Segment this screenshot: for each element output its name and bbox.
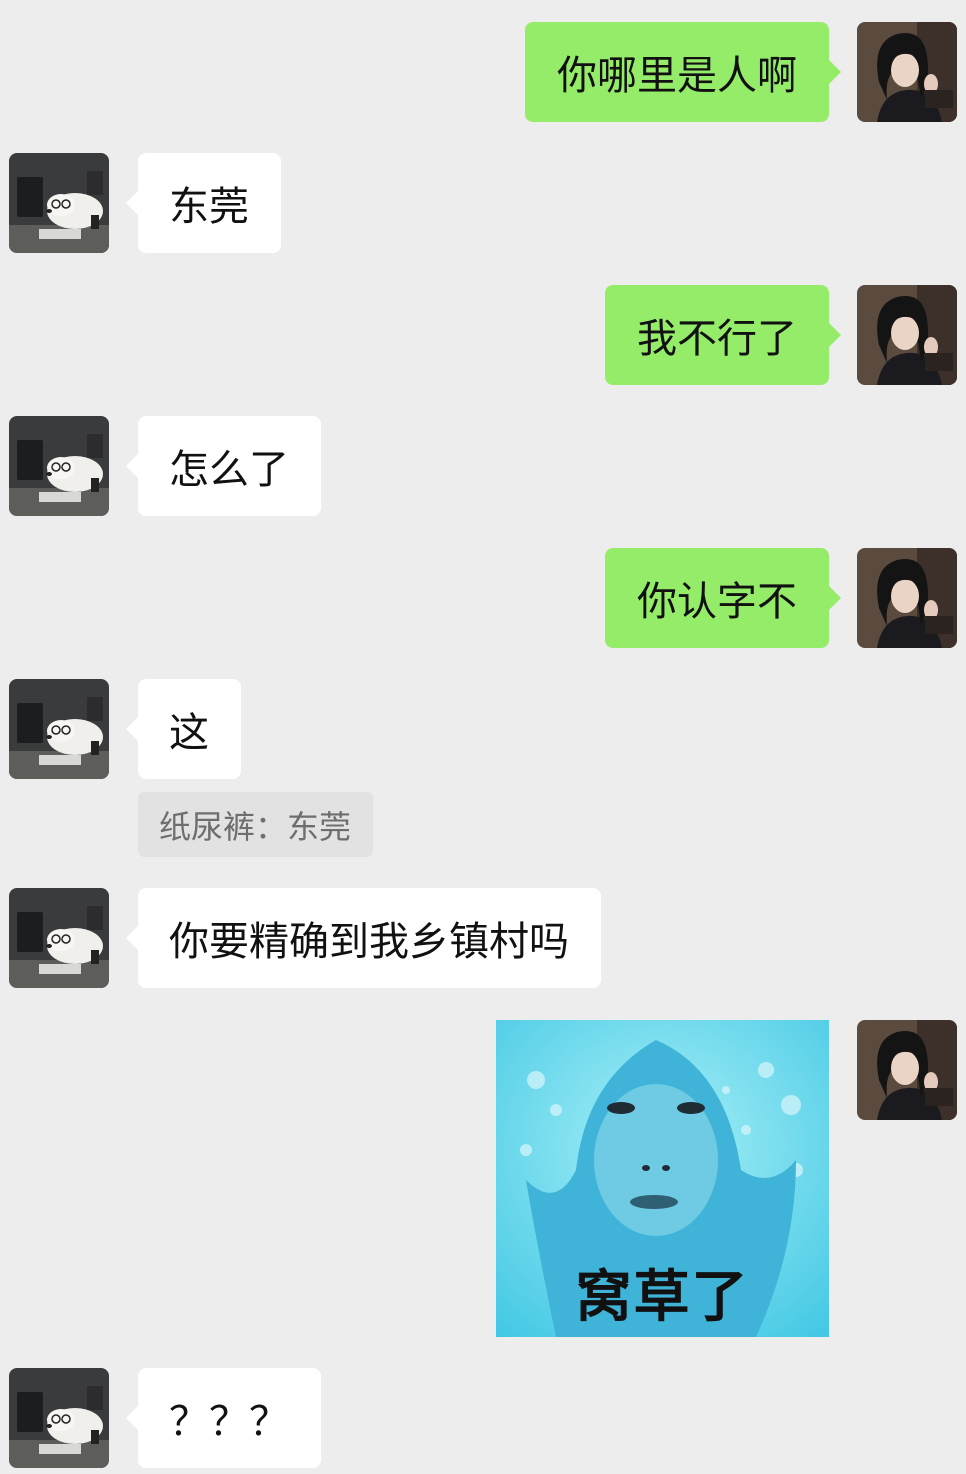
message-bubble-received[interactable]: 怎么了 xyxy=(126,416,321,516)
message-bubble-received[interactable]: 你要精确到我乡镇村吗 xyxy=(126,888,601,988)
message-bubble-sent[interactable]: 你哪里是人啊 xyxy=(525,22,841,122)
message-text: 这 xyxy=(169,710,209,756)
contact-avatar[interactable] xyxy=(9,888,109,988)
contact-avatar[interactable] xyxy=(9,416,109,516)
sticker-caption: 窝草了 xyxy=(575,1265,750,1330)
message-text: 东莞 xyxy=(169,184,249,230)
self-avatar[interactable] xyxy=(857,1020,957,1120)
message-bubble-sent[interactable]: 你认字不 xyxy=(605,548,841,648)
quoted-message[interactable]: 纸尿裤：东莞 xyxy=(138,792,374,857)
self-avatar[interactable] xyxy=(857,285,957,385)
message-text: 你认字不 xyxy=(637,579,797,625)
contact-avatar[interactable] xyxy=(9,1368,109,1468)
message-bubble-received[interactable]: ？？？ xyxy=(126,1368,321,1468)
contact-avatar[interactable] xyxy=(9,679,109,779)
message-text: 你哪里是人啊 xyxy=(557,53,797,99)
contact-avatar[interactable] xyxy=(9,153,109,253)
message-bubble-sent[interactable]: 我不行了 xyxy=(605,285,841,385)
message-text: 我不行了 xyxy=(637,316,797,362)
message-text: ？？？ xyxy=(169,1399,289,1445)
sticker-image[interactable]: 窝草了 xyxy=(496,1020,829,1337)
message-bubble-received[interactable]: 东莞 xyxy=(126,153,281,253)
message-text: 你要精确到我乡镇村吗 xyxy=(169,919,569,965)
message-bubble-received[interactable]: 这 xyxy=(126,679,241,779)
self-avatar[interactable] xyxy=(857,22,957,122)
quoted-message-text: 纸尿裤：东莞 xyxy=(159,807,352,846)
message-text: 怎么了 xyxy=(169,447,289,493)
self-avatar[interactable] xyxy=(857,548,957,648)
